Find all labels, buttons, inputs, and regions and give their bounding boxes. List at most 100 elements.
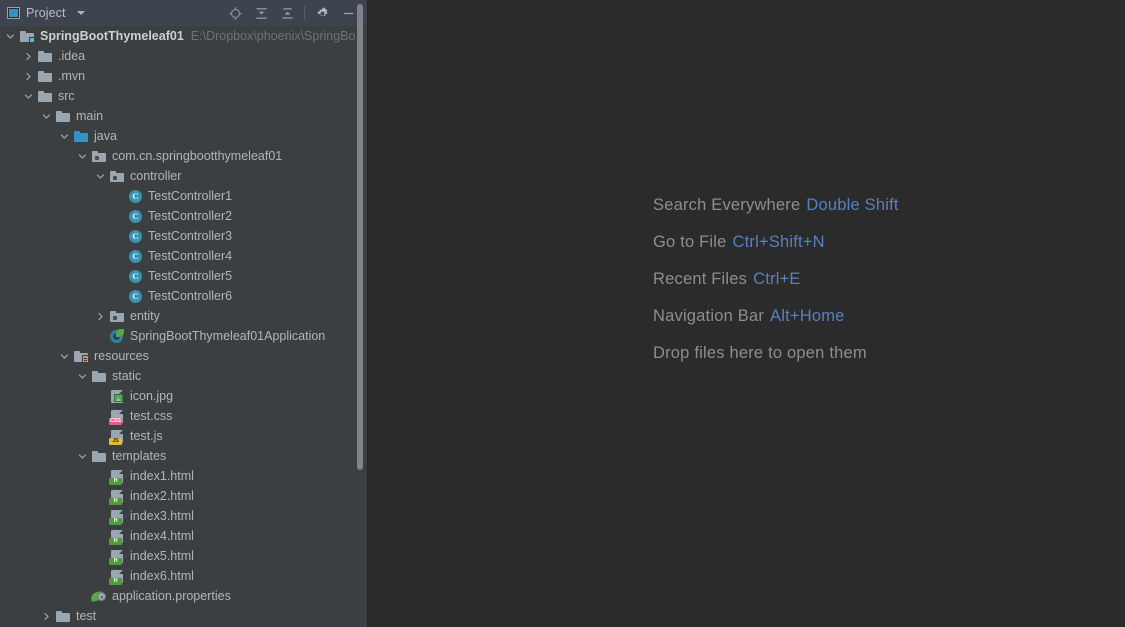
tree-row-label: index2.html [130, 489, 194, 503]
java-class-icon: C [127, 228, 143, 244]
project-tree-scrollbar[interactable] [357, 4, 363, 470]
package-icon [110, 171, 124, 182]
tree-row-label: icon.jpg [130, 389, 174, 403]
package-icon [91, 148, 107, 164]
tree-row[interactable]: templates [0, 446, 367, 466]
chevron-down-icon[interactable] [59, 131, 70, 142]
html-file-icon: H [109, 468, 125, 485]
html-file-icon: H [109, 470, 123, 485]
tree-row-label: TestController3 [148, 229, 233, 243]
tree-row[interactable]: controller [0, 166, 367, 186]
tree-row[interactable]: icon.jpg [0, 386, 367, 406]
tree-row[interactable]: static [0, 366, 367, 386]
tree-row[interactable]: SpringBootThymeleaf01Application [0, 326, 367, 346]
chevron-down-icon[interactable] [76, 11, 85, 15]
tree-row[interactable]: C TestController1 [0, 186, 367, 206]
tree-row[interactable]: Hindex6.html [0, 566, 367, 586]
expand-all-icon[interactable] [248, 0, 274, 26]
settings-gear-icon[interactable] [309, 0, 335, 26]
project-file-tree[interactable]: SpringBootThymeleaf01 E:\Dropbox\phoenix\… [0, 26, 367, 627]
tree-row[interactable]: C TestController5 [0, 266, 367, 286]
html-file-icon: H [109, 550, 123, 565]
tree-row-label: templates [112, 449, 167, 463]
project-path-label: E:\Dropbox\phoenix\SpringBo [190, 29, 356, 43]
tree-row[interactable]: SpringBootThymeleaf01 E:\Dropbox\phoenix\… [0, 26, 367, 46]
java-class-icon: C [129, 250, 142, 263]
tree-row[interactable]: Hindex5.html [0, 546, 367, 566]
tree-row-label: SpringBootThymeleaf01 [40, 29, 184, 43]
chevron-down-icon[interactable] [95, 171, 106, 182]
js-file-icon: JS [109, 428, 125, 445]
tree-row[interactable]: C TestController3 [0, 226, 367, 246]
folder-icon [38, 71, 52, 82]
tree-row[interactable]: test [0, 606, 367, 626]
tree-row-label: index6.html [130, 569, 194, 583]
html-file-icon: H [109, 530, 123, 545]
java-class-icon: C [127, 208, 143, 224]
chevron-down-icon[interactable] [23, 91, 34, 102]
tree-row[interactable]: Hindex4.html [0, 526, 367, 546]
chevron-right-icon[interactable] [23, 51, 34, 62]
chevron-down-icon[interactable] [77, 151, 88, 162]
tree-row[interactable]: Hindex3.html [0, 506, 367, 526]
tree-row[interactable]: C TestController2 [0, 206, 367, 226]
folder-icon [92, 371, 106, 382]
tree-row-label: controller [130, 169, 182, 183]
tree-row[interactable]: CSS test.css [0, 406, 367, 426]
java-class-icon: C [129, 210, 142, 223]
editor-hint-shortcut: Ctrl+E [753, 270, 801, 288]
tree-row-label: main [76, 109, 104, 123]
locate-target-icon[interactable] [222, 0, 248, 26]
chevron-right-icon[interactable] [95, 311, 106, 322]
chevron-down-icon[interactable] [77, 451, 88, 462]
editor-hint: Search Everywhere Double Shift [653, 196, 899, 215]
editor-hint-action: Drop files here to open them [653, 344, 867, 362]
chevron-right-icon[interactable] [23, 71, 34, 82]
tree-row-label: index4.html [130, 529, 194, 543]
package-icon [109, 168, 125, 184]
source-root-folder-icon [74, 131, 88, 142]
chevron-down-icon[interactable] [41, 111, 52, 122]
folder-icon [92, 451, 106, 462]
editor-hint: Recent Files Ctrl+E [653, 270, 899, 289]
editor-hint-action: Navigation Bar [653, 307, 765, 325]
tree-row[interactable]: Hindex1.html [0, 466, 367, 486]
java-class-icon: C [127, 248, 143, 264]
tree-row[interactable]: src [0, 86, 367, 106]
spring-boot-app-icon [110, 329, 124, 343]
editor-hint: Drop files here to open them [653, 344, 899, 363]
folder-icon [56, 111, 70, 122]
tree-row[interactable]: C TestController6 [0, 286, 367, 306]
chevron-down-icon[interactable] [5, 31, 16, 42]
editor-area: Search Everywhere Double Shift Go to File C… [368, 0, 1125, 627]
tree-row-label: .mvn [58, 69, 86, 83]
tree-row[interactable]: Hindex2.html [0, 486, 367, 506]
collapse-all-icon[interactable] [274, 0, 300, 26]
tree-row[interactable]: .idea [0, 46, 367, 66]
tree-row[interactable]: entity [0, 306, 367, 326]
tree-row[interactable]: application.properties [0, 586, 367, 606]
tree-row[interactable]: resources [0, 346, 367, 366]
js-file-icon: JS [109, 430, 123, 445]
package-icon [110, 311, 124, 322]
tree-row[interactable]: .mvn [0, 66, 367, 86]
java-class-icon: C [127, 268, 143, 284]
chevron-down-icon[interactable] [59, 351, 70, 362]
chevron-right-icon[interactable] [41, 611, 52, 622]
folder-icon [91, 448, 107, 464]
tree-row[interactable]: main [0, 106, 367, 126]
tree-row[interactable]: C TestController4 [0, 246, 367, 266]
java-class-icon: C [129, 290, 142, 303]
project-tool-window: Project SpringBootThymeleaf01 E:\Dropbox… [0, 0, 368, 627]
html-file-icon: H [109, 490, 123, 505]
tree-row[interactable]: com.cn.springbootthymeleaf01 [0, 146, 367, 166]
folder-icon [38, 51, 52, 62]
tree-row-label: test [76, 609, 97, 623]
tree-row[interactable]: JS test.js [0, 426, 367, 446]
project-title-group[interactable]: Project [7, 6, 85, 20]
spring-boot-app-icon [109, 328, 125, 344]
java-class-icon: C [129, 230, 142, 243]
image-file-icon [111, 390, 123, 403]
chevron-down-icon[interactable] [77, 371, 88, 382]
tree-row[interactable]: java [0, 126, 367, 146]
